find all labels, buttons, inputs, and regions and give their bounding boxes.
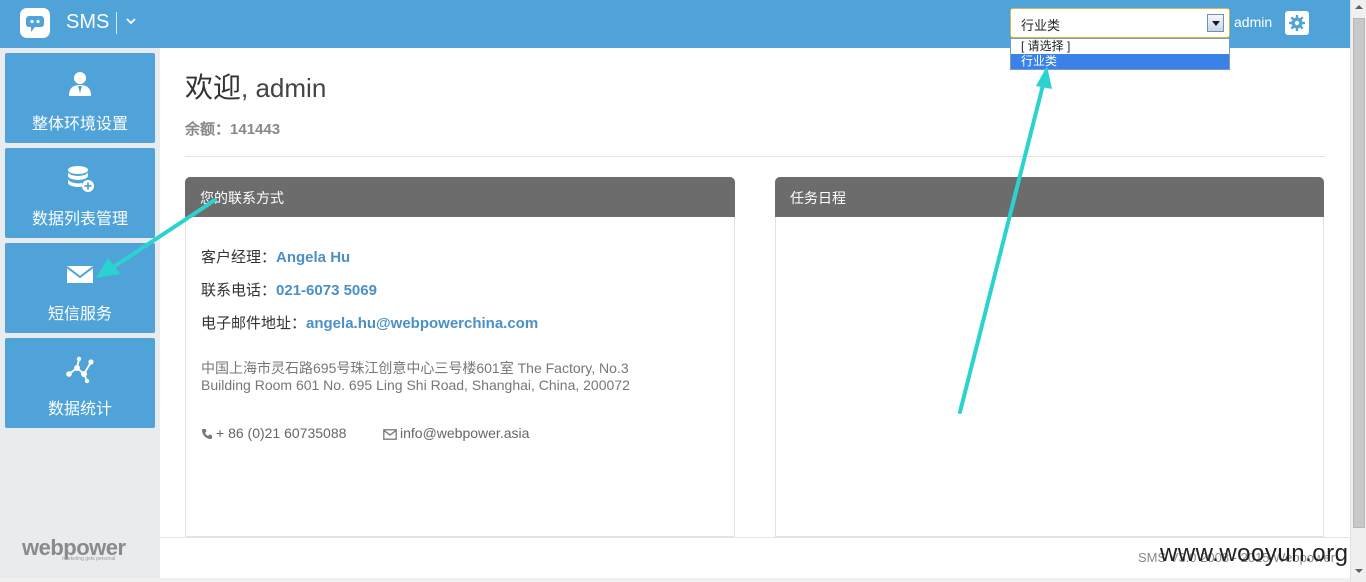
manager-label: 客户经理： [201,249,277,266]
scrollbar-thumb[interactable] [1353,18,1365,528]
balance: 余额：141443 [185,118,280,139]
office-phone: + 86 (0)21 60735088 [201,425,346,441]
address-line: 中国上海市灵石路695号珠江创意中心三号楼601室 The Factory, N… [201,360,629,376]
phone-icon [202,429,212,439]
divider [185,156,1325,157]
office-phone-value: + 86 (0)21 60735088 [216,425,347,441]
watermark: www.wooyun.org [1160,540,1349,567]
phone-row: 联系电话：021-6073 5069 [201,279,377,300]
phone-label: 联系电话： [201,282,277,299]
sidebar-item-label: 整体环境设置 [31,116,128,133]
manager-row: 客户经理：Angela Hu [201,246,350,267]
sidebar-item-label: 数据列表管理 [31,211,128,228]
admin-username[interactable]: admin [1234,14,1272,30]
dropdown-option-selected[interactable]: 行业类 [1011,54,1229,69]
balance-label: 余额： [185,121,231,138]
office-email: info@webpower.asia [383,425,529,441]
sidebar-item-data-list[interactable]: 数据列表管理 [5,148,155,238]
bottom-edge [0,578,1350,582]
address-line: Building Room 601 No. 695 Ling Shi Road,… [201,377,630,393]
select-dropdown-button[interactable] [1207,14,1224,32]
envelope-icon [383,429,397,440]
database-icon [68,166,94,192]
app-separator [116,12,117,34]
sidebar-item-label: 短信服务 [47,306,112,323]
app-logo-icon[interactable] [20,8,50,38]
brand-tagline: marketing gets personal [62,556,116,562]
sidebar: 整体环境设置 数据列表管理 短信服务 数据统计 webpower marketi… [0,48,160,578]
chevron-down-icon[interactable] [124,14,138,33]
industry-select[interactable]: 行业类 [1010,8,1230,38]
contact-panel: 您的联系方式 客户经理：Angela Hu 联系电话：021-6073 5069… [185,177,735,537]
settings-button[interactable] [1285,11,1309,35]
office-email-value[interactable]: info@webpower.asia [400,425,529,441]
industry-select-value: 行业类 [1021,18,1061,33]
industry-dropdown-list: [ 请选择 ] 行业类 [1010,38,1230,70]
user-icon [69,72,91,96]
office-address: 中国上海市灵石路695号珠江创意中心三号楼601室 The Factory, N… [201,360,701,394]
page-title: 欢迎, admin [185,66,326,106]
welcome-text: 欢迎 [185,72,242,103]
scroll-down-icon[interactable] [1355,568,1363,574]
phone-value: 021-6073 5069 [276,282,377,299]
sidebar-item-sms-service[interactable]: 短信服务 [5,243,155,333]
welcome-user: , admin [241,73,327,103]
app-name: SMS [66,11,110,33]
envelope-icon [66,266,94,283]
sidebar-item-statistics[interactable]: 数据统计 [5,338,155,428]
email-row: 电子邮件地址：angela.hu@webpowerchina.com [201,312,538,333]
balance-value: 141443 [230,121,281,138]
dropdown-option[interactable]: [ 请选择 ] [1011,39,1229,54]
email-label: 电子邮件地址： [201,315,307,332]
sidebar-item-label: 数据统计 [47,401,112,418]
email-link[interactable]: angela.hu@webpowerchina.com [306,315,538,332]
gear-icon [1289,15,1305,31]
triangle-down-icon [1212,21,1220,26]
vertical-scrollbar[interactable] [1350,0,1366,582]
schedule-panel-title: 任务日程 [775,177,1324,217]
sidebar-item-environment-settings[interactable]: 整体环境设置 [5,53,155,143]
scroll-up-icon[interactable] [1355,4,1363,10]
contact-panel-title: 您的联系方式 [185,177,735,217]
schedule-panel: 任务日程 [775,177,1324,537]
manager-value: Angela Hu [276,249,351,266]
network-icon [66,356,94,384]
